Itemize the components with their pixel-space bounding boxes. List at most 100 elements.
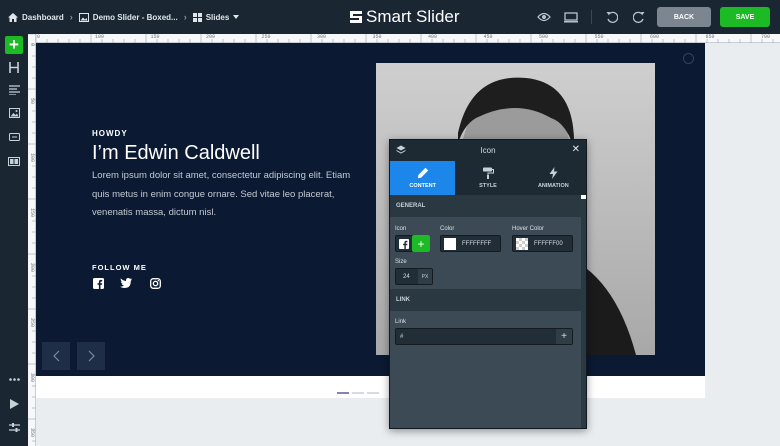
ruler-number: 100 — [95, 34, 105, 40]
play-icon[interactable] — [5, 395, 23, 413]
logo-icon — [350, 11, 362, 23]
general-section: Icon + Color FFFFFFFF Hover Color FFFFFF… — [390, 217, 586, 289]
more-icon[interactable] — [5, 370, 23, 388]
breadcrumb: Dashboard › Demo Slider - Boxed... › Sli… — [8, 0, 240, 34]
icon-label: Icon — [395, 226, 407, 232]
pencil-icon — [417, 167, 428, 179]
heading-icon[interactable] — [5, 58, 23, 76]
tab-animation[interactable]: ANIMATION — [521, 161, 586, 195]
panel-scrollbar-thumb[interactable] — [581, 195, 586, 199]
logo-text: Smart Slider — [366, 7, 460, 26]
bullet-dot[interactable] — [337, 392, 349, 394]
divider — [591, 10, 592, 24]
color-swatch[interactable] — [444, 238, 456, 250]
ruler-number: 700 — [761, 34, 771, 40]
ruler-number: 250 — [261, 34, 271, 40]
section-link-header[interactable]: LINK — [390, 289, 586, 311]
hover-color-value: FFFFFF00 — [534, 241, 563, 247]
top-bar: Dashboard › Demo Slider - Boxed... › Sli… — [0, 0, 780, 34]
color-value: FFFFFFFF — [462, 241, 492, 247]
grid-icon — [192, 12, 202, 22]
panel-tabs: CONTENT STYLE ANIMATION — [390, 161, 586, 195]
add-icon[interactable]: + — [412, 235, 430, 252]
link-input[interactable]: # + — [395, 328, 573, 345]
section-general-header[interactable]: GENERAL — [390, 195, 586, 217]
link-section: Link # + — [390, 311, 586, 371]
size-unit: PX — [418, 269, 432, 284]
slide-title[interactable]: I’m Edwin Caldwell — [92, 142, 260, 165]
breadcrumb-slides[interactable]: Slides — [192, 12, 240, 22]
ruler-number: 250 — [29, 318, 35, 328]
size-field[interactable]: 24 PX — [395, 268, 433, 285]
caret-down-icon — [233, 15, 240, 19]
slide-bottom-area — [36, 376, 705, 398]
ruler-number: 350 — [372, 34, 382, 40]
follow-label[interactable]: FOLLOW ME — [92, 263, 147, 272]
preview-eye-icon[interactable] — [535, 8, 553, 26]
panel-title: Icon — [480, 146, 496, 155]
ruler-number: 200 — [29, 263, 35, 273]
button-icon[interactable] — [5, 128, 23, 146]
ruler-number: 150 — [29, 208, 35, 218]
settings-icon[interactable] — [5, 418, 23, 436]
slide-canvas[interactable]: HOWDY I’m Edwin Caldwell Lorem ipsum dol… — [36, 43, 705, 376]
ruler-ticks — [36, 34, 774, 43]
facebook-icon[interactable] — [92, 277, 104, 289]
top-actions: BACK SAVE — [535, 0, 770, 34]
tab-content[interactable]: CONTENT — [390, 161, 456, 195]
add-layer-icon[interactable]: + — [5, 35, 23, 54]
twitter-icon[interactable] — [120, 277, 132, 289]
tab-style[interactable]: STYLE — [455, 161, 520, 195]
hover-color-field[interactable]: FFFFFF00 — [512, 235, 573, 252]
tab-style-label: STYLE — [479, 183, 497, 189]
breadcrumb-dashboard-label: Dashboard — [22, 12, 64, 22]
ruler-number: 300 — [29, 373, 35, 383]
next-arrow-button[interactable] — [77, 342, 105, 370]
desktop-icon[interactable] — [562, 8, 580, 26]
size-label: Size — [395, 259, 407, 265]
size-value: 24 — [403, 274, 410, 280]
ruler-number: 150 — [150, 34, 160, 40]
ruler-number: 350 — [29, 428, 35, 438]
link-value: # — [400, 334, 404, 340]
breadcrumb-dashboard[interactable]: Dashboard — [8, 12, 64, 22]
slide-subtitle[interactable]: HOWDY — [92, 129, 128, 138]
breadcrumb-slides-label: Slides — [205, 12, 230, 22]
image-icon[interactable] — [5, 104, 23, 122]
tab-content-label: CONTENT — [409, 183, 436, 189]
undo-icon[interactable] — [603, 8, 621, 26]
link-add-icon[interactable]: + — [556, 329, 572, 344]
home-icon — [8, 12, 18, 22]
chevron-right-icon — [88, 350, 95, 362]
previous-arrow-button[interactable] — [42, 342, 70, 370]
ruler-number: 0 — [29, 43, 35, 47]
chevron-right-icon: › — [183, 12, 187, 22]
chevron-right-icon: › — [69, 12, 73, 22]
panel-scrollbar[interactable] — [581, 195, 586, 428]
ruler-number: 100 — [29, 153, 35, 163]
instagram-icon[interactable] — [149, 277, 161, 289]
hover-color-swatch[interactable] — [516, 238, 528, 250]
bolt-icon — [549, 167, 558, 179]
breadcrumb-slider[interactable]: Demo Slider - Boxed... — [78, 12, 178, 22]
ruler-number: 600 — [650, 34, 660, 40]
save-button[interactable]: SAVE — [720, 7, 770, 27]
row-icon[interactable] — [5, 152, 23, 170]
ruler-number: 400 — [428, 34, 438, 40]
text-icon[interactable] — [5, 81, 23, 99]
vertical-ruler: 0 50 100 150 200 250 300 350 — [28, 34, 36, 446]
smart-slider-logo: Smart Slider — [349, 6, 460, 28]
slide-paragraph[interactable]: Lorem ipsum dolor sit amet, consectetur … — [92, 167, 354, 223]
close-icon[interactable]: ✕ — [572, 144, 580, 155]
bullet-dot[interactable] — [367, 392, 379, 394]
redo-icon[interactable] — [630, 8, 648, 26]
bullet-navigation — [337, 392, 379, 394]
tab-animation-label: ANIMATION — [537, 183, 569, 189]
bullet-dot[interactable] — [352, 392, 364, 394]
ruler-number: 0 — [37, 34, 41, 40]
icon-picker[interactable]: + — [395, 235, 430, 252]
panel-header[interactable]: Icon ✕ — [390, 140, 586, 161]
color-field[interactable]: FFFFFFFF — [440, 235, 501, 252]
back-button[interactable]: BACK — [657, 7, 711, 27]
link-label: Link — [395, 319, 407, 325]
